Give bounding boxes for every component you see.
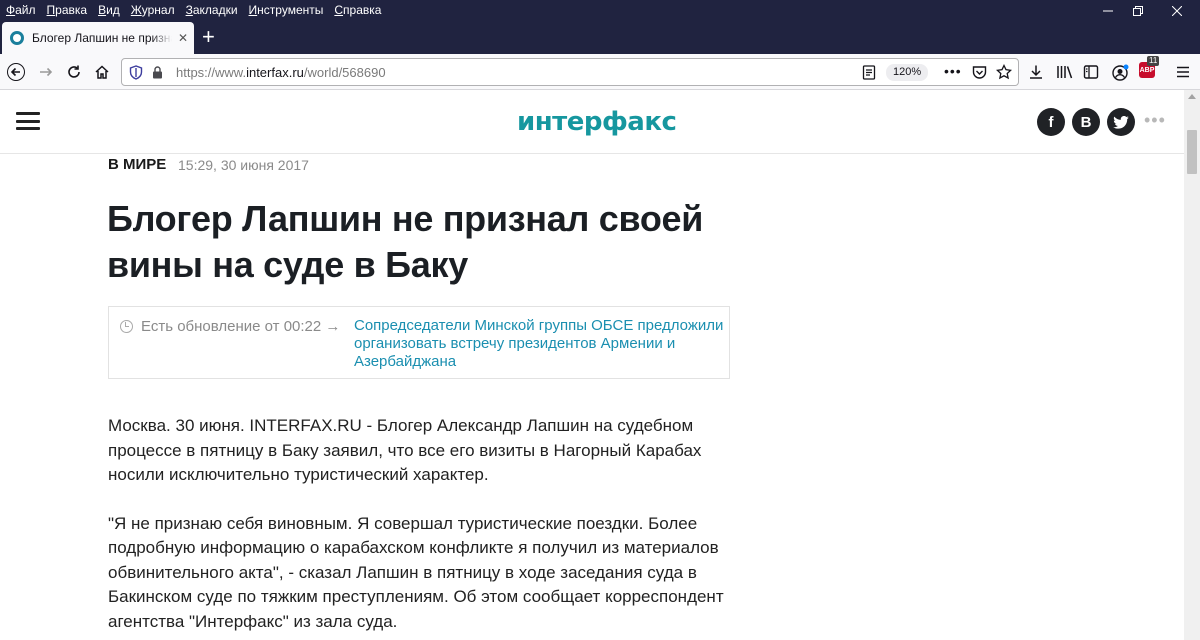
tab-close-icon[interactable]: ✕ [178,31,188,45]
update-notice: Есть обновление от 00:22 → Сопредседател… [108,306,730,379]
menu-list: Файл Правка Вид Журнал Закладки Инструме… [6,3,381,17]
back-button[interactable] [4,60,28,84]
forward-button[interactable] [34,60,58,84]
page-actions-icon[interactable]: ••• [944,63,962,79]
navigation-toolbar: https://www.interfax.ru/world/568690 120… [0,54,1200,90]
menu-view[interactable]: Вид [98,3,120,17]
forward-arrow-icon [40,67,53,77]
close-icon [1172,6,1182,16]
menu-file[interactable]: Файл [6,3,36,17]
home-icon [95,65,109,79]
back-arrow-icon [7,63,25,81]
downloads-button[interactable] [1024,60,1048,84]
interfax-favicon-icon [10,31,24,45]
minimize-icon [1103,10,1113,12]
restore-icon [1133,6,1143,16]
reader-view-icon[interactable] [862,65,876,80]
tab-title: Блогер Лапшин не признал своей [32,31,172,45]
article-rubric[interactable]: В МИРЕ [108,156,166,173]
interfax-logo[interactable]: интерфакс [517,107,677,137]
vk-icon[interactable]: B [1072,108,1100,136]
account-icon [1111,64,1128,81]
url-text[interactable]: https://www.interfax.ru/world/568690 [176,65,386,80]
site-menu-icon[interactable] [16,112,40,130]
bookmark-star-icon[interactable] [996,64,1012,80]
article-date: 15:29, 30 июня 2017 [178,157,309,173]
clock-icon [120,320,133,333]
article-body: Москва. 30 июня. INTERFAX.RU - Блогер Ал… [108,414,728,640]
page-viewport: интерфакс f B ••• В МИРЕ 15:29, 30 июня … [0,90,1184,640]
menu-bar: Файл Правка Вид Журнал Закладки Инструме… [0,0,1200,22]
menu-history[interactable]: Журнал [131,3,175,17]
tab-strip: Блогер Лапшин не признал своей ✕ [0,22,1200,54]
menu-edit[interactable]: Правка [47,3,88,17]
library-icon [1057,66,1073,79]
twitter-bird-icon [1113,115,1129,129]
library-button[interactable] [1053,60,1077,84]
article-paragraph: Москва. 30 июня. INTERFAX.RU - Блогер Ал… [108,416,702,484]
app-menu-button[interactable] [1171,60,1195,84]
update-label: Есть обновление от 00:22 → [141,318,341,335]
menu-bookmarks[interactable]: Закладки [186,3,238,17]
reload-icon [68,65,80,78]
facebook-icon[interactable]: f [1037,108,1065,136]
lock-icon[interactable] [152,66,163,79]
account-button[interactable] [1108,60,1132,84]
reload-button[interactable] [62,60,86,84]
active-tab[interactable]: Блогер Лапшин не признал своей ✕ [2,22,194,54]
url-path: /world/568690 [303,65,386,80]
new-tab-button[interactable]: + [202,26,215,48]
scroll-up-arrow-icon[interactable] [1188,94,1196,99]
menu-tools[interactable]: Инструменты [249,3,324,17]
tracking-shield-icon[interactable] [129,65,143,80]
menu-help[interactable]: Справка [334,3,381,17]
adblock-count-badge: 11 [1147,56,1160,66]
url-prefix: https://www. [176,65,247,80]
sidebar-icon [1083,65,1099,79]
scrollbar-thumb[interactable] [1187,130,1197,174]
download-icon [1030,65,1042,79]
url-host: interfax.ru [246,65,304,80]
sidebar-button[interactable] [1079,60,1103,84]
article-paragraph: "Я не признаю себя виновным. Я совершал … [108,513,724,631]
article-headline: Блогер Лапшин не признал своей вины на с… [107,198,704,285]
zoom-level-badge[interactable]: 120% [886,64,929,81]
home-button[interactable] [90,60,114,84]
page-scrollbar[interactable] [1184,90,1200,640]
address-bar[interactable]: https://www.interfax.ru/world/568690 120… [121,58,1019,86]
more-options-icon[interactable]: ••• [1144,110,1166,131]
twitter-icon[interactable] [1107,108,1135,136]
close-window-button[interactable] [1154,0,1200,22]
site-header: интерфакс f B ••• [0,90,1184,154]
pocket-icon[interactable] [972,65,987,80]
update-link[interactable]: Сопредседатели Минской группы ОБСЕ предл… [354,317,724,371]
hamburger-menu-icon [1177,66,1189,78]
